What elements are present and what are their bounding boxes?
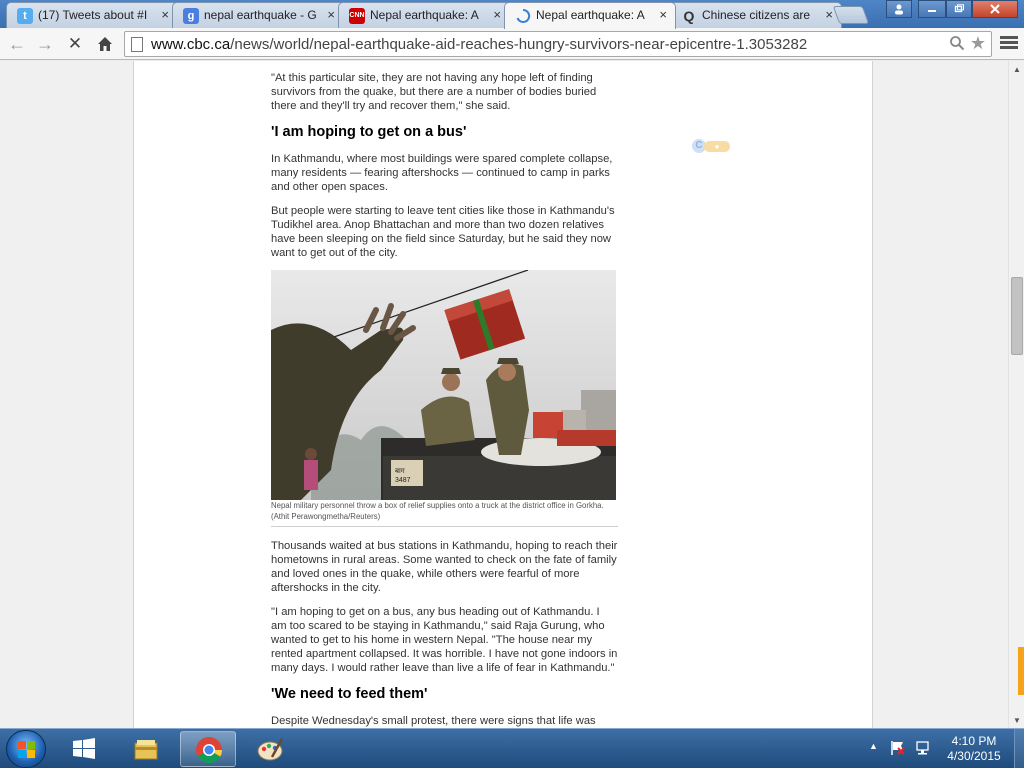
home-icon <box>98 37 112 51</box>
twitter-icon: t <box>17 8 33 24</box>
subheading-bus: 'I am hoping to get on a bus' <box>271 124 467 140</box>
floating-badge[interactable]: C ● <box>692 139 730 153</box>
user-profile-button[interactable] <box>886 0 912 18</box>
quora-icon: Q <box>683 8 695 24</box>
address-bar[interactable]: www.cbc.ca/news/world/nepal-earthquake-a… <box>124 31 992 57</box>
forward-button[interactable]: → <box>34 33 56 55</box>
svg-text:बाग: बाग <box>395 468 406 475</box>
paragraph: Despite Wednesday's small protest, there… <box>271 715 596 727</box>
paragraph: Thousands waited at bus stations in Kath… <box>271 540 618 594</box>
paragraph: "At this particular site, they are not h… <box>271 72 597 112</box>
article-body: "At this particular site, they are not h… <box>271 61 618 728</box>
url-host: www.cbc.ca <box>151 36 231 53</box>
scrollbar-thumb[interactable] <box>1011 277 1023 355</box>
window-close-button[interactable] <box>972 0 1018 18</box>
tab-title: Chinese citizens are <box>702 8 811 22</box>
clock-date: 4/30/2015 <box>947 749 1001 763</box>
windows-taskbar: ▲ 4:10 PM 4/30/2015 <box>0 728 1024 768</box>
svg-text:3487: 3487 <box>395 477 411 484</box>
photo-caption: Nepal military personnel throw a box of … <box>271 500 618 527</box>
page-content-panel: C ● "At this particular site, they are n… <box>133 61 873 728</box>
start-button[interactable] <box>6 730 46 768</box>
minimize-button[interactable] <box>918 0 946 18</box>
tab-title: (17) Tweets about #I <box>38 8 148 22</box>
subheading-feed: 'We need to feed them' <box>271 686 428 702</box>
taskbar-paint[interactable] <box>242 731 298 767</box>
clock-time: 4:10 PM <box>951 734 997 748</box>
tab-quora[interactable]: Q Chinese citizens are × <box>670 2 842 28</box>
scroll-up-arrow-icon[interactable]: ▲ <box>1013 65 1021 74</box>
scroll-find-marker <box>1018 647 1024 695</box>
action-center-flag-icon[interactable] <box>890 739 906 757</box>
tab-tweets[interactable]: t (17) Tweets about #I × <box>6 2 178 28</box>
home-button[interactable] <box>94 33 116 55</box>
bookmark-star-icon[interactable]: ★ <box>970 33 986 54</box>
tab-cnn[interactable]: CNN Nepal earthquake: A × <box>338 2 510 28</box>
page-icon <box>131 37 143 52</box>
close-icon[interactable]: × <box>327 7 335 23</box>
paint-icon <box>257 738 284 761</box>
close-icon[interactable]: × <box>493 7 501 23</box>
system-clock[interactable]: 4:10 PM 4/30/2015 <box>938 734 1010 764</box>
windows-logo-icon <box>18 741 36 759</box>
close-icon[interactable]: × <box>161 7 169 23</box>
chrome-menu-icon[interactable] <box>1000 34 1018 52</box>
tab-strip: t (17) Tweets about #I × g nepal earthqu… <box>0 0 1024 29</box>
close-icon[interactable]: × <box>659 7 667 23</box>
vertical-scrollbar[interactable]: ▲ ▼ <box>1008 61 1024 728</box>
taskbar-chrome[interactable] <box>180 731 236 767</box>
loading-spinner-icon <box>515 8 531 24</box>
article-photo: बाग 3487 <box>271 270 616 500</box>
zoom-icon[interactable] <box>949 35 965 56</box>
cnn-icon: CNN <box>349 8 365 24</box>
scroll-down-arrow-icon[interactable]: ▼ <box>1013 716 1021 725</box>
paragraph: "I am hoping to get on a bus, any bus he… <box>271 606 618 674</box>
browser-toolbar: ← → ✕ www.cbc.ca/news/world/nepal-earthq… <box>0 28 1024 60</box>
tab-google-search[interactable]: g nepal earthquake - G × <box>172 2 344 28</box>
show-desktop-button[interactable] <box>1014 729 1024 768</box>
close-icon[interactable]: × <box>825 7 833 23</box>
file-manager-icon <box>134 740 158 760</box>
url-path: /news/world/nepal-earthquake-aid-reaches… <box>230 36 808 53</box>
tab-title: nepal earthquake - G <box>204 8 317 22</box>
paragraph: In Kathmandu, where most buildings were … <box>271 153 613 193</box>
tab-title: Nepal earthquake: A <box>536 8 645 22</box>
new-tab-button[interactable] <box>832 6 870 24</box>
page-viewport: C ● "At this particular site, they are n… <box>0 61 1008 728</box>
stop-loading-button[interactable]: ✕ <box>64 33 86 55</box>
photo-soldiers-truck: बाग 3487 <box>271 270 616 500</box>
taskbar-windows-explorer[interactable] <box>56 731 112 767</box>
show-hidden-icons-button[interactable]: ▲ <box>869 741 878 751</box>
url-text[interactable]: www.cbc.ca/news/world/nepal-earthquake-a… <box>151 36 807 53</box>
paragraph: But people were starting to leave tent c… <box>271 205 615 259</box>
tab-cbc-active[interactable]: Nepal earthquake: A × <box>504 2 676 29</box>
back-button[interactable]: ← <box>6 33 28 55</box>
badge-count: ● <box>704 141 730 152</box>
google-icon: g <box>183 8 199 24</box>
restore-button[interactable] <box>946 0 972 18</box>
network-icon[interactable] <box>914 739 932 757</box>
taskbar-file-manager[interactable] <box>118 731 174 767</box>
tab-title: Nepal earthquake: A <box>370 8 479 22</box>
windows-explorer-icon <box>73 738 95 759</box>
chrome-icon <box>196 737 223 764</box>
